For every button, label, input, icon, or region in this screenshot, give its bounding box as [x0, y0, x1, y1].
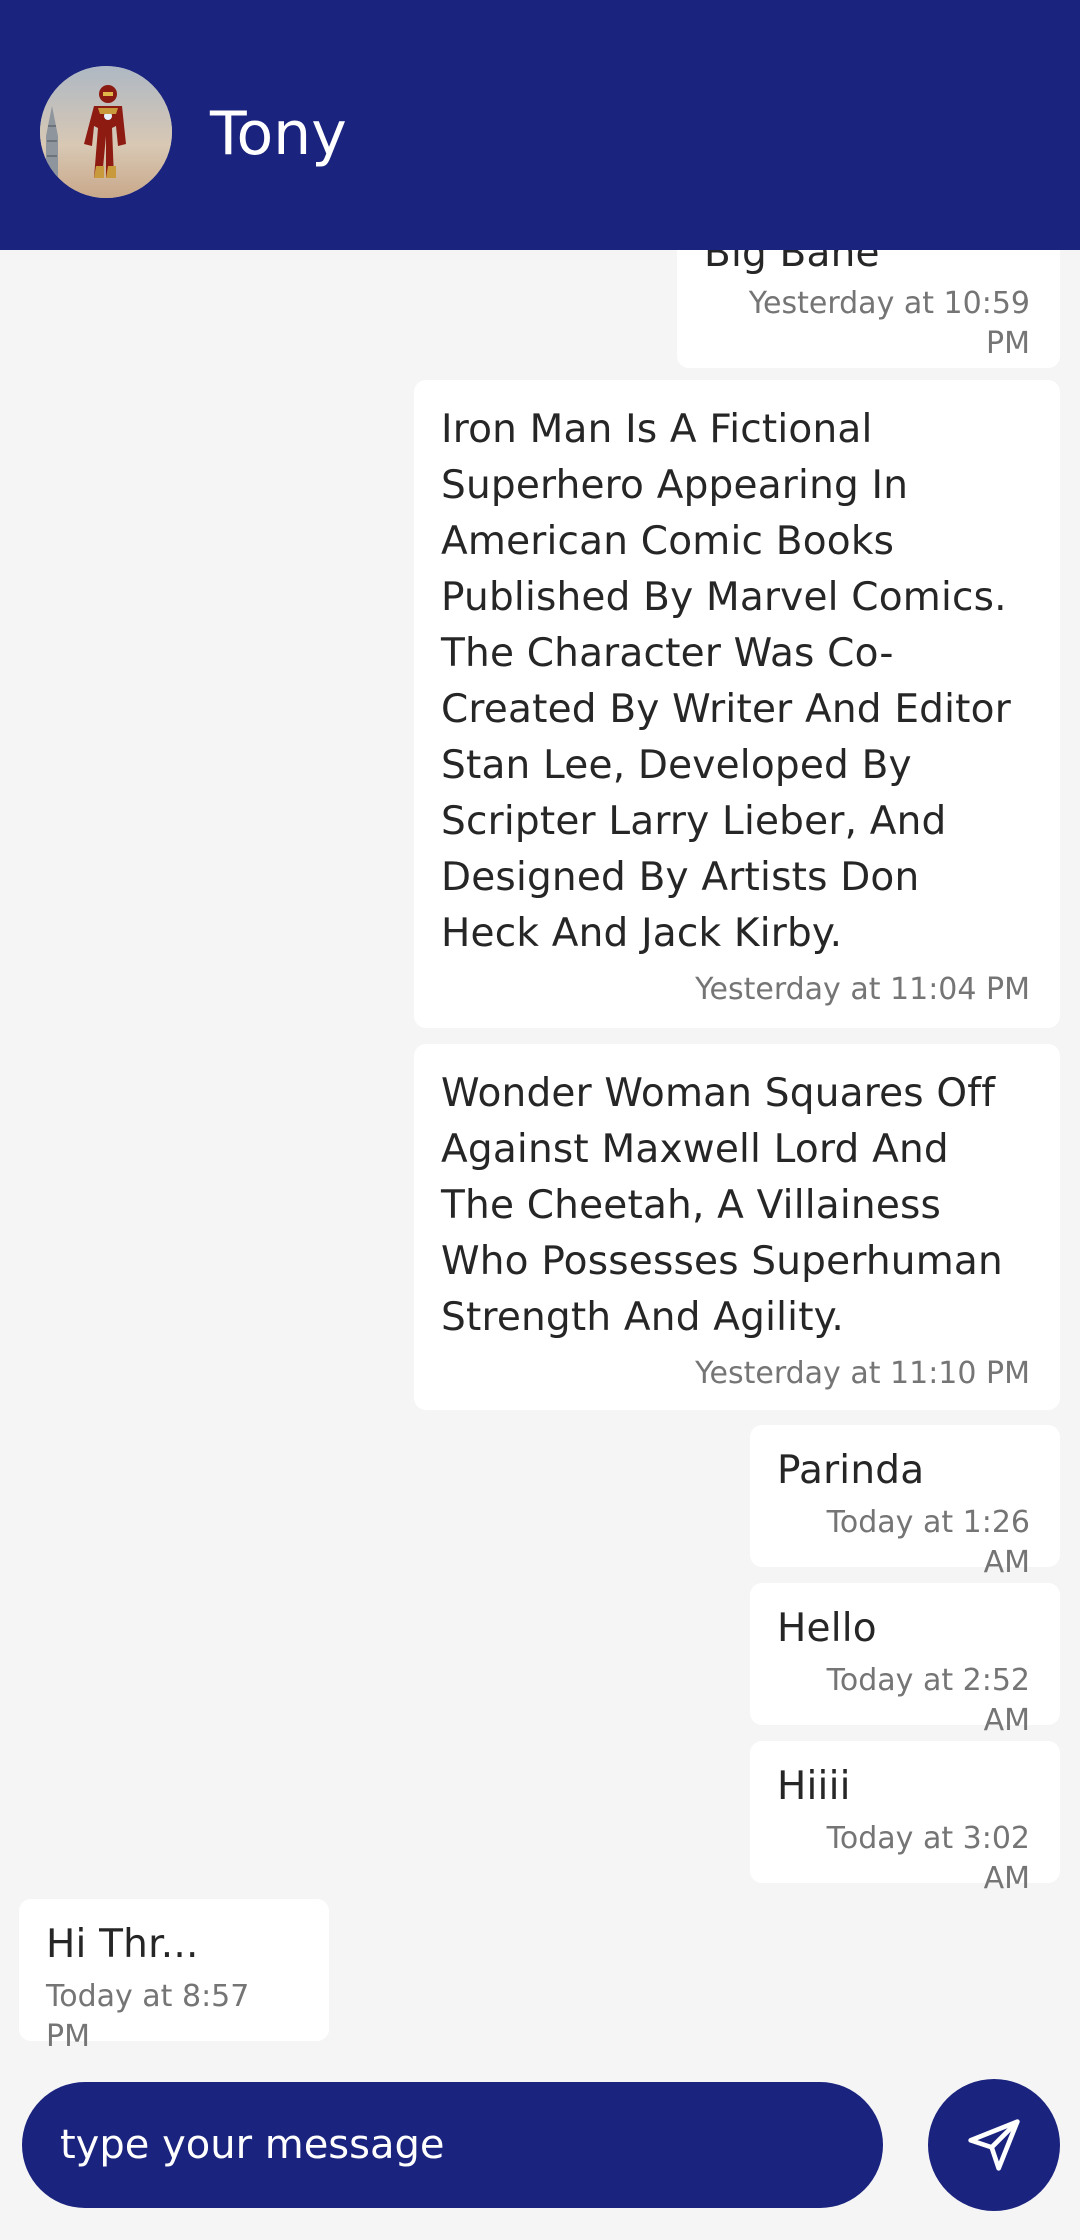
message-timestamp: Today at 3:02 AM: [826, 1821, 1030, 1896]
message-bubble[interactable]: Iron Man Is A Fictional Superhero Appear…: [414, 380, 1060, 1028]
send-button[interactable]: [928, 2079, 1060, 2211]
chat-screen: Big Bane Yesterday at 10:59 PM Iron Man …: [0, 0, 1080, 2240]
message-timestamp: Yesterday at 10:59 PM: [748, 286, 1030, 361]
chat-header: Tony: [0, 0, 1080, 250]
message-bubble[interactable]: Wonder Woman Squares Off Against Maxwell…: [414, 1044, 1060, 1410]
message-text: Parinda: [777, 1448, 925, 1493]
message-composer: [22, 2082, 883, 2208]
message-bubble[interactable]: Big Bane Yesterday at 10:59 PM: [677, 231, 1060, 368]
message-text: Iron Man Is A Fictional Superhero Appear…: [441, 407, 1011, 956]
message-text: Hiiii: [777, 1764, 851, 1809]
message-input[interactable]: [60, 2122, 840, 2168]
message-bubble[interactable]: Hello Today at 2:52 AM: [750, 1583, 1060, 1738]
message-timestamp: Yesterday at 11:04 PM: [695, 972, 1030, 1007]
message-bubble-incoming[interactable]: Hi Thr... Today at 8:57 PM: [19, 1899, 329, 2054]
message-timestamp: Yesterday at 11:10 PM: [695, 1356, 1030, 1391]
contact-avatar[interactable]: [40, 66, 172, 198]
contact-name: Tony: [210, 99, 347, 169]
message-bubble[interactable]: Hiiii Today at 3:02 AM: [750, 1741, 1060, 1896]
message-text: Wonder Woman Squares Off Against Maxwell…: [441, 1071, 1003, 1340]
message-timestamp: Today at 2:52 AM: [826, 1663, 1030, 1738]
send-icon: [968, 2119, 1020, 2171]
message-text: Hi Thr...: [46, 1922, 199, 1967]
message-text: Hello: [777, 1606, 877, 1651]
message-timestamp: Today at 8:57 PM: [46, 1979, 250, 2054]
message-timestamp: Today at 1:26 AM: [826, 1505, 1030, 1580]
message-bubble[interactable]: Parinda Today at 1:26 AM: [750, 1425, 1060, 1580]
message-list[interactable]: Big Bane Yesterday at 10:59 PM Iron Man …: [0, 0, 1080, 2060]
iron-man-avatar-icon: [40, 66, 172, 198]
